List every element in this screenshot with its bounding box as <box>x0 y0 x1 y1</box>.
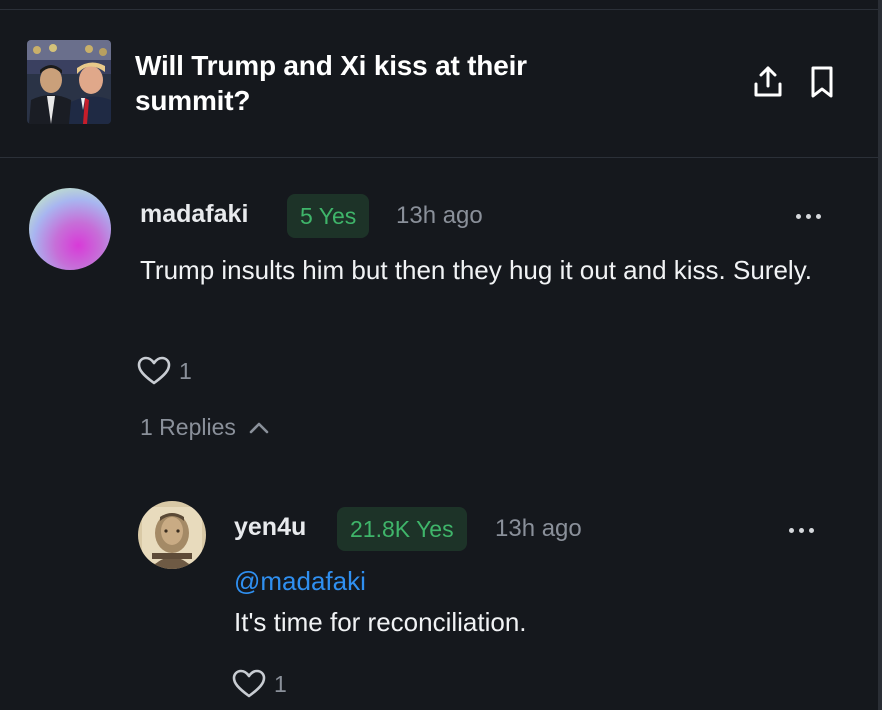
reply-more-options-button[interactable] <box>781 518 821 542</box>
like-count: 1 <box>179 357 192 384</box>
more-dot-icon <box>805 213 811 219</box>
heart-icon <box>137 356 171 385</box>
replies-count-label: 1 Replies <box>140 414 236 440</box>
more-dot-icon <box>795 213 801 219</box>
market-thumbnail-image <box>27 40 111 124</box>
chevron-up-icon <box>249 422 269 433</box>
market-header: Will Trump and Xi kiss at their summit? <box>0 10 878 158</box>
like-button[interactable]: 1 <box>137 356 192 386</box>
heart-icon <box>232 669 266 698</box>
reply-avatar[interactable] <box>138 501 206 569</box>
reply-like-button[interactable]: 1 <box>232 669 287 699</box>
reply-text: It's time for reconciliation. <box>234 607 527 637</box>
market-thumbnail[interactable] <box>27 40 111 124</box>
comment-text: Trump insults him but then they hug it o… <box>140 255 812 285</box>
scrollbar-track[interactable] <box>878 0 882 710</box>
replies-toggle[interactable]: 1 Replies <box>140 414 270 441</box>
bookmark-icon <box>811 66 833 98</box>
position-badge: 5 Yes <box>287 194 370 238</box>
market-comments-view: Will Trump and Xi kiss at their summit? <box>0 0 882 710</box>
avatar-gradient-image <box>29 188 111 270</box>
more-dot-icon <box>788 527 794 533</box>
avatar[interactable] <box>29 188 111 270</box>
user-mention-link[interactable]: @madafaki <box>234 566 366 597</box>
more-options-button[interactable] <box>788 204 828 228</box>
bookmark-button[interactable] <box>802 62 842 102</box>
reply-username[interactable]: yen4u <box>234 513 306 542</box>
reply-position-badge: 21.8K Yes <box>337 507 467 551</box>
more-dot-icon <box>798 527 804 533</box>
avatar-banknote-image <box>138 501 206 569</box>
more-dot-icon <box>808 527 814 533</box>
comment-username[interactable]: madafaki <box>140 200 248 229</box>
share-button[interactable] <box>748 62 788 102</box>
reply-like-count: 1 <box>274 670 287 697</box>
reply-timestamp: 13h ago <box>495 515 582 542</box>
more-dot-icon <box>815 213 821 219</box>
market-title: Will Trump and Xi kiss at their summit? <box>135 50 527 116</box>
comment-timestamp: 13h ago <box>396 202 483 229</box>
share-upload-icon <box>754 66 782 97</box>
